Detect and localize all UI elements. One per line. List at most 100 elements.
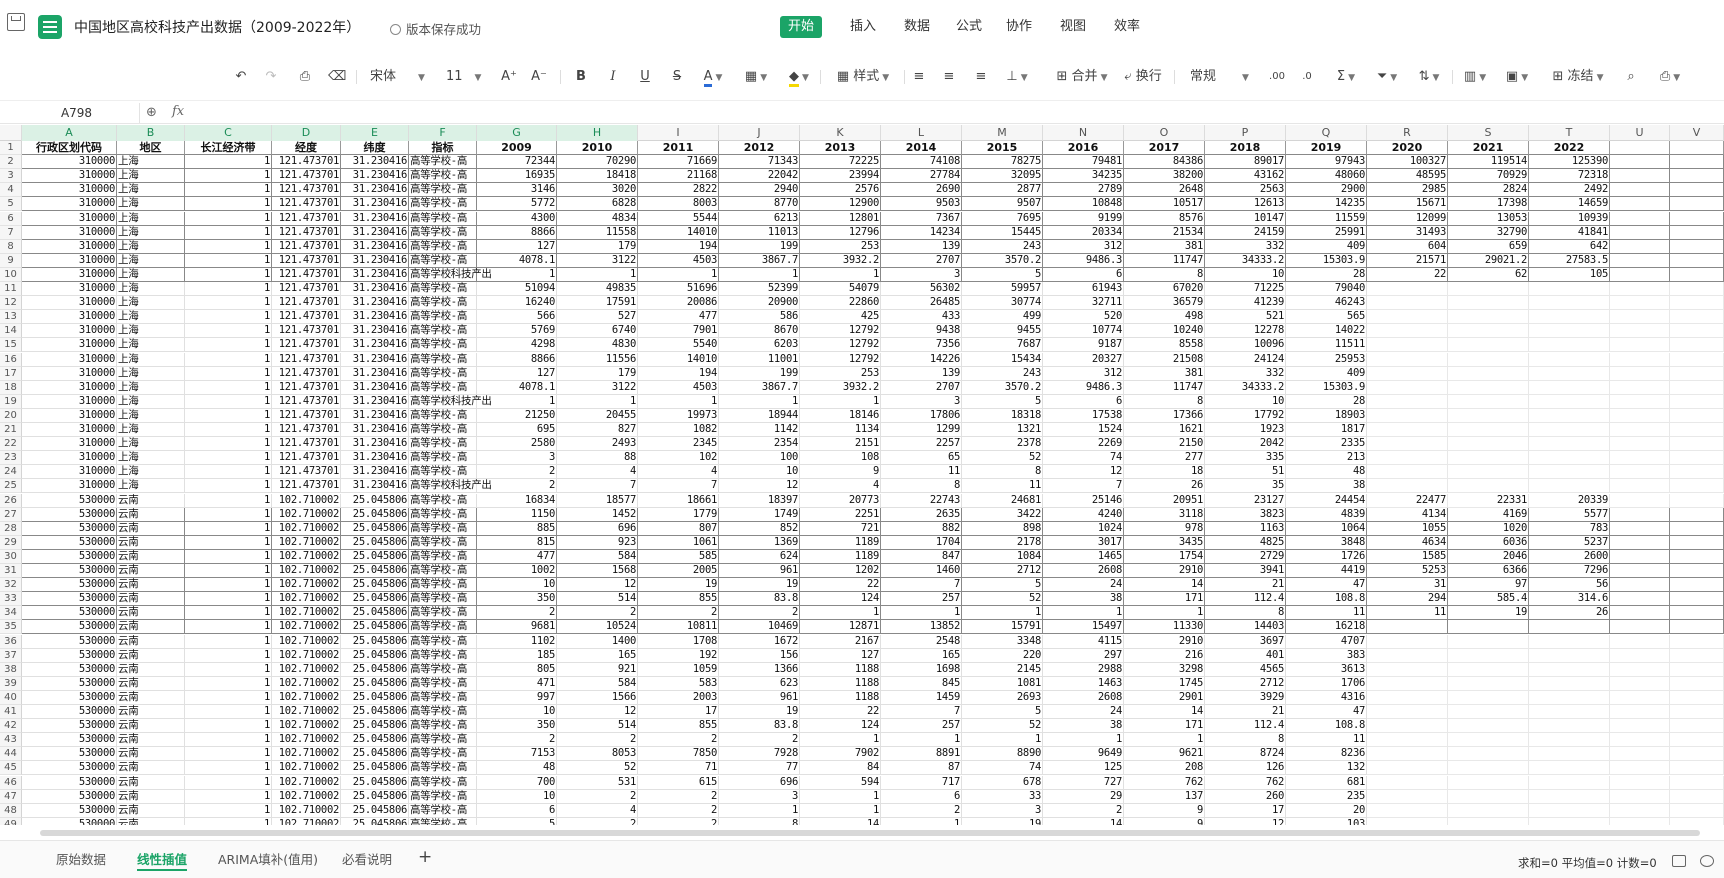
cell[interactable]: 383 [1286,648,1367,663]
cell[interactable]: 经度 [272,141,341,156]
column-header[interactable]: H [557,125,638,141]
cell[interactable]: 云南 [117,549,185,564]
row-number[interactable]: 24 [0,465,22,480]
cell[interactable]: 云南 [117,606,185,621]
autosum-button[interactable]: Σ ▼ [1332,65,1360,89]
cell[interactable]: 21571 [1367,253,1448,268]
cell[interactable] [1610,761,1670,776]
cell[interactable]: 高等学校-高 [409,225,477,240]
cell[interactable]: 88 [557,451,638,466]
sort-button[interactable]: ⇅ ▼ [1414,65,1444,89]
cell[interactable] [1670,408,1724,423]
cell[interactable]: 2900 [1286,183,1367,198]
cell[interactable]: 65 [881,451,962,466]
cell[interactable]: 604 [1367,239,1448,254]
cell[interactable]: 124 [800,592,881,607]
cell[interactable]: 310000 [22,296,117,311]
cell[interactable]: 12 [719,479,800,494]
wrap-text-button[interactable]: ⤶ 换行 [1120,65,1166,89]
cell[interactable]: 41841 [1529,225,1610,240]
row-number[interactable]: 6 [0,211,22,226]
cell[interactable]: 1 [185,479,272,494]
cell[interactable]: 2 [477,733,557,748]
cell[interactable]: 11747 [1124,380,1205,395]
column-header[interactable]: B [117,125,185,141]
column-header[interactable]: Q [1286,125,1367,141]
cell[interactable]: 6203 [719,338,800,353]
cell[interactable]: 1 [881,817,962,825]
cell[interactable]: 126 [1205,761,1286,776]
cell[interactable]: 高等学校-高 [409,705,477,720]
cell[interactable] [1529,676,1610,691]
cell[interactable] [1610,606,1670,621]
cell[interactable]: 1 [719,267,800,282]
cell[interactable]: 1 [185,197,272,212]
cell[interactable] [1670,267,1724,282]
cell[interactable]: 8 [1124,394,1205,409]
cell[interactable]: 1 [185,225,272,240]
cell[interactable] [1448,423,1529,438]
sheet-tab[interactable]: 线性插值 [137,849,188,871]
cell[interactable] [1670,817,1724,825]
cell[interactable]: 1 [185,747,272,762]
cell[interactable]: 125390 [1529,155,1610,170]
column-header[interactable]: O [1124,125,1205,141]
cell[interactable]: 22477 [1367,493,1448,508]
cell[interactable] [1670,803,1724,818]
cell[interactable]: 2 [638,733,719,748]
cell[interactable] [1610,211,1670,226]
cell[interactable] [1610,493,1670,508]
cell[interactable]: 1 [800,394,881,409]
cell[interactable]: 高等学校-高 [409,465,477,480]
column-header[interactable]: R [1367,125,1448,141]
cell[interactable]: 72318 [1529,169,1610,184]
cell[interactable]: 827 [557,423,638,438]
cell[interactable]: 498 [1124,310,1205,325]
cell[interactable] [1529,366,1610,381]
row-number[interactable]: 14 [0,324,22,339]
cell[interactable]: 6 [881,789,962,804]
cell[interactable]: 4834 [557,211,638,226]
column-header[interactable]: L [881,125,962,141]
cell[interactable]: 1 [185,733,272,748]
cell[interactable]: 1 [557,267,638,282]
cell[interactable] [1367,775,1448,790]
zoom-icon[interactable]: ⊕ [146,105,157,120]
cell[interactable] [1610,578,1670,593]
cell[interactable]: 121.473701 [272,267,341,282]
cell[interactable]: 121.473701 [272,465,341,480]
cell[interactable]: 云南 [117,521,185,536]
sheet-tab[interactable]: 原始数据 [56,849,106,871]
cell[interactable] [1610,352,1670,367]
cell[interactable]: 108 [800,451,881,466]
cell[interactable]: 978 [1124,521,1205,536]
cell[interactable]: 9507 [962,197,1043,212]
cell[interactable]: 717 [881,775,962,790]
cell[interactable] [1529,719,1610,734]
cell[interactable]: 高等学校-高 [409,183,477,198]
cell[interactable]: 2707 [881,380,962,395]
cell[interactable]: 530000 [22,578,117,593]
cell[interactable]: 19 [719,705,800,720]
select-all-corner[interactable] [0,125,22,141]
cell[interactable] [1448,634,1529,649]
cell[interactable]: 855 [638,592,719,607]
cell[interactable]: 上海 [117,155,185,170]
cell[interactable]: 上海 [117,296,185,311]
cell[interactable]: 74 [1043,451,1124,466]
cell[interactable]: 7 [881,578,962,593]
cell[interactable]: 121.473701 [272,352,341,367]
cell[interactable]: 19973 [638,408,719,423]
cell[interactable]: 31.230416 [341,155,409,170]
cell[interactable]: 121.473701 [272,394,341,409]
cell[interactable]: 310000 [22,366,117,381]
cell[interactable] [1448,338,1529,353]
cell[interactable]: 108.8 [1286,719,1367,734]
cell[interactable] [1670,282,1724,297]
cell[interactable] [1529,408,1610,423]
cell[interactable]: 314.6 [1529,592,1610,607]
cell[interactable]: 586 [719,310,800,325]
cell[interactable]: 26 [1124,479,1205,494]
cell[interactable]: 1460 [881,564,962,579]
cell[interactable]: 8 [962,465,1043,480]
